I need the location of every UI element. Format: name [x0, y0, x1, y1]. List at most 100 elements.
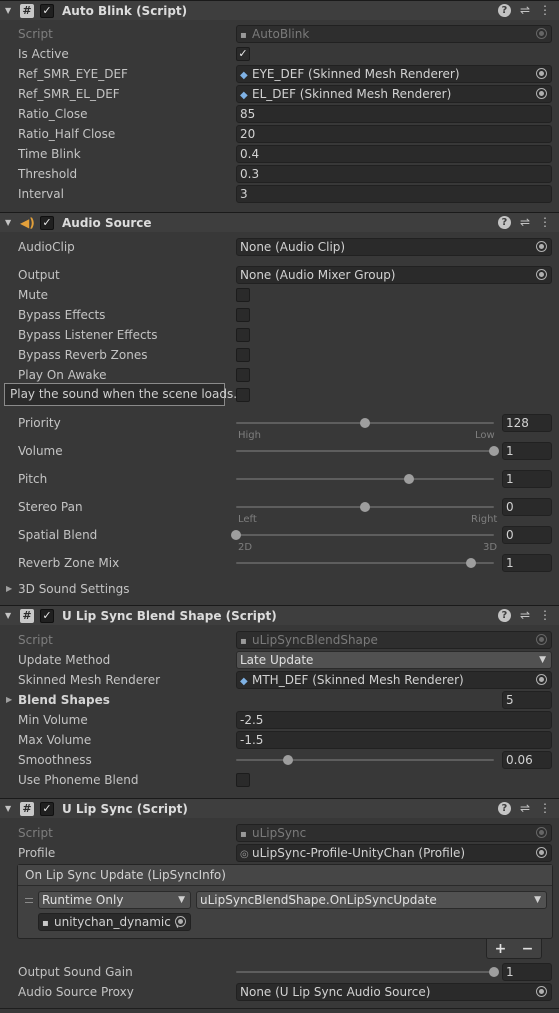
more-menu-icon[interactable]: ⋮ [539, 3, 551, 17]
audioclip-field[interactable]: None (Audio Clip) [236, 238, 552, 256]
pitch-input[interactable]: 1 [502, 470, 552, 488]
output-field[interactable]: None (Audio Mixer Group) [236, 266, 552, 284]
presets-icon[interactable]: ⇌ [520, 608, 530, 622]
min-volume-row: Min Volume -2.5 [0, 710, 559, 730]
time-blink-input[interactable]: 0.4 [236, 145, 552, 163]
slider-thumb[interactable] [403, 474, 414, 484]
auto-blink-header[interactable]: ▼ # ✓ Auto Blink (Script) ? ⇌ ⋮ [0, 0, 559, 20]
foldout-arrow-icon[interactable]: ▼ [5, 804, 15, 813]
audio-source-header[interactable]: ▼ ◀) ✓ Audio Source ? ⇌ ⋮ [0, 212, 559, 232]
interval-input[interactable]: 3 [236, 185, 552, 203]
priority-slider[interactable] [236, 418, 494, 428]
help-icon[interactable]: ? [497, 802, 511, 815]
priority-input[interactable]: 128 [502, 414, 552, 432]
phoneme-blend-checkbox[interactable] [236, 773, 250, 787]
is-active-checkbox[interactable]: ✓ [236, 47, 250, 61]
foldout-arrow-icon[interactable]: ▶ [6, 584, 12, 593]
object-picker-icon[interactable] [536, 88, 547, 99]
mute-checkbox[interactable] [236, 288, 250, 302]
ref-eye-field[interactable]: ◆ EYE_DEF (Skinned Mesh Renderer) [236, 65, 552, 83]
skinned-mesh-row: Skinned Mesh Renderer ◆ MTH_DEF (Skinned … [0, 670, 559, 690]
loop-checkbox[interactable] [236, 388, 250, 402]
foldout-arrow-icon[interactable]: ▶ [6, 695, 12, 704]
sound-3d-foldout[interactable]: ▶ 3D Sound Settings [0, 579, 559, 599]
help-icon[interactable]: ? [497, 4, 511, 17]
ratio-close-input[interactable]: 85 [236, 105, 552, 123]
profile-field[interactable]: ◎ uLipSync-Profile-UnityChan (Profile) [236, 844, 552, 862]
more-menu-icon[interactable]: ⋮ [539, 801, 551, 815]
script-hash-icon: # [20, 801, 34, 816]
smoothness-input[interactable]: 0.06 [502, 751, 552, 769]
help-icon[interactable]: ? [497, 216, 511, 229]
auto-blink-enable-checkbox[interactable]: ✓ [40, 3, 54, 18]
output-gain-input[interactable]: 1 [502, 963, 552, 981]
object-picker-icon[interactable] [536, 986, 547, 997]
object-picker-icon[interactable] [536, 269, 547, 280]
more-menu-icon[interactable]: ⋮ [539, 608, 551, 622]
runtime-mode-dropdown[interactable]: Runtime Only ▼ [38, 891, 191, 909]
pitch-slider[interactable] [236, 474, 494, 484]
ref-eye-label: Ref_SMR_EYE_DEF [18, 67, 128, 81]
lip-sync-header[interactable]: ▼ # ✓ U Lip Sync (Script) ? ⇌ ⋮ [0, 798, 559, 818]
add-listener-button[interactable]: + [495, 941, 507, 957]
bypass-effects-checkbox[interactable] [236, 308, 250, 322]
event-target-object-field[interactable]: ▪ unitychan_dynamic ( [38, 913, 191, 931]
object-picker-icon[interactable] [175, 916, 186, 927]
play-on-awake-checkbox[interactable] [236, 368, 250, 382]
audio-source-proxy-field[interactable]: None (U Lip Sync Audio Source) [236, 983, 552, 1001]
blend-shapes-foldout[interactable]: ▶ Blend Shapes 5 [0, 690, 559, 710]
object-picker-icon[interactable] [536, 241, 547, 252]
blend-shape-enable-checkbox[interactable]: ✓ [40, 608, 54, 623]
foldout-arrow-icon[interactable]: ▼ [5, 6, 15, 15]
update-method-dropdown[interactable]: Late Update ▼ [236, 651, 552, 669]
output-gain-slider[interactable] [236, 967, 499, 977]
stereo-pan-input[interactable]: 0 [502, 498, 552, 516]
reverb-mix-input[interactable]: 1 [502, 554, 552, 572]
slider-thumb[interactable] [489, 446, 499, 456]
bypass-listener-checkbox[interactable] [236, 328, 250, 342]
play-on-awake-row: Play On Awake [0, 365, 559, 385]
priority-max-label: Low [475, 430, 495, 441]
blend-shapes-size-input[interactable]: 5 [502, 691, 552, 709]
script-label: Script [18, 633, 53, 647]
max-volume-input[interactable]: -1.5 [236, 731, 552, 749]
audio-source-enable-checkbox[interactable]: ✓ [40, 215, 54, 230]
presets-icon[interactable]: ⇌ [520, 801, 530, 815]
ref-el-field[interactable]: ◆ EL_DEF (Skinned Mesh Renderer) [236, 85, 552, 103]
lip-sync-enable-checkbox[interactable]: ✓ [40, 801, 54, 816]
ratio-half-input[interactable]: 20 [236, 125, 552, 143]
slider-thumb[interactable] [360, 418, 370, 428]
volume-slider[interactable] [236, 446, 499, 456]
smoothness-slider[interactable] [236, 755, 494, 765]
presets-icon[interactable]: ⇌ [520, 215, 530, 229]
volume-input[interactable]: 1 [502, 442, 552, 460]
object-picker-icon[interactable] [536, 674, 547, 685]
reverb-mix-slider[interactable] [236, 558, 494, 568]
foldout-arrow-icon[interactable]: ▼ [5, 218, 15, 227]
blend-shape-header[interactable]: ▼ # ✓ U Lip Sync Blend Shape (Script) ? … [0, 605, 559, 625]
object-picker-icon[interactable] [536, 68, 547, 79]
function-dropdown[interactable]: uLipSyncBlendShape.OnLipSyncUpdate ▼ [196, 891, 547, 909]
remove-listener-button[interactable]: − [522, 941, 534, 957]
event-title: On Lip Sync Update (LipSyncInfo) [18, 865, 552, 886]
drag-handle-icon[interactable] [25, 898, 33, 903]
slider-thumb[interactable] [360, 502, 370, 512]
threshold-row: Threshold 0.3 [0, 164, 559, 184]
skinned-mesh-field[interactable]: ◆ MTH_DEF (Skinned Mesh Renderer) [236, 671, 552, 689]
presets-icon[interactable]: ⇌ [520, 3, 530, 17]
slider-thumb[interactable] [465, 558, 476, 568]
threshold-input[interactable]: 0.3 [236, 165, 552, 183]
foldout-arrow-icon[interactable]: ▼ [5, 611, 15, 620]
bypass-reverb-checkbox[interactable] [236, 348, 250, 362]
slider-thumb[interactable] [231, 530, 241, 540]
slider-thumb[interactable] [282, 755, 293, 765]
spatial-blend-slider[interactable] [231, 530, 494, 540]
min-volume-input[interactable]: -2.5 [236, 711, 552, 729]
object-picker-icon[interactable] [536, 847, 547, 858]
spatial-blend-input[interactable]: 0 [502, 526, 552, 544]
slider-thumb[interactable] [489, 967, 499, 977]
script-label: Script [18, 826, 53, 840]
stereo-pan-slider[interactable] [236, 502, 494, 512]
more-menu-icon[interactable]: ⋮ [539, 215, 551, 229]
help-icon[interactable]: ? [497, 609, 511, 622]
